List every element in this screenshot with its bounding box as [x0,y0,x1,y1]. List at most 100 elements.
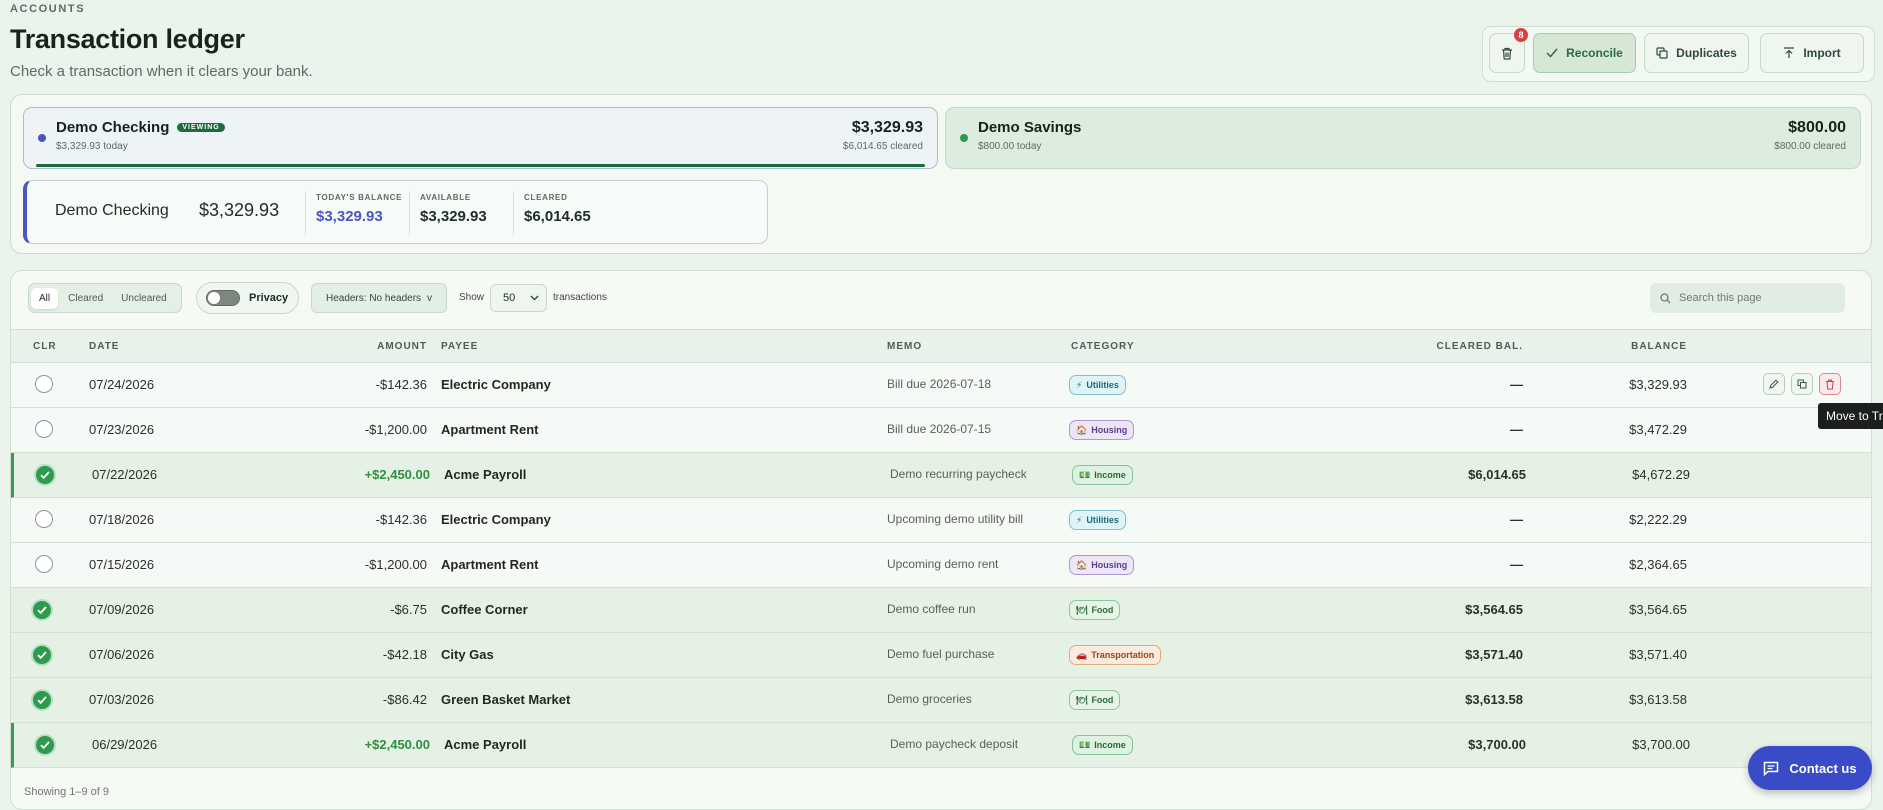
col-date[interactable]: DATE [89,341,119,352]
row-amount: -$6.75 [390,602,427,617]
table-row[interactable]: 07/18/2026 -$142.36 Electric Company Upcomi… [11,498,1871,543]
row-amount: -$1,200.00 [364,557,427,572]
row-actions [1763,373,1841,395]
account-color-dot [38,134,46,142]
table-row[interactable]: 07/15/2026 -$1,200.00 Apartment Rent Upcomi… [11,543,1871,588]
row-amount: -$1,200.00 [364,422,427,437]
table-row[interactable]: 06/29/2026 +$2,450.00 Acme Payroll Demo pay… [11,723,1871,768]
trash-icon [1826,379,1834,389]
col-amount[interactable]: AMOUNT [297,341,427,352]
row-payee: Electric Company [441,512,551,527]
cleared-checkbox[interactable] [31,644,53,666]
available-balance: AVAILABLE $3,329.93 [409,191,487,235]
category-badge[interactable]: 🚗 Transportation [1069,645,1162,665]
row-payee: Apartment Rent [441,422,539,437]
category-icon: 🚗 [1076,649,1088,660]
cleared-checkbox[interactable] [35,420,53,438]
category-badge[interactable]: 🏠 Housing [1069,420,1135,440]
table-row[interactable]: 07/09/2026 -$6.75 Coffee Corner Demo coffee… [11,588,1871,633]
category-badge[interactable]: ⚡ Utilities [1069,510,1126,530]
category-icon: 💵 [1079,469,1091,480]
category-badge[interactable]: 🍽 Food [1069,600,1121,620]
duplicate-row-button[interactable] [1791,373,1813,395]
cleared-checkbox[interactable] [35,510,53,528]
cleared-checkbox[interactable] [35,375,53,393]
table-row[interactable]: 07/22/2026 +$2,450.00 Acme Payroll Demo rec… [11,453,1871,498]
category-badge[interactable]: 💵 Income [1072,735,1133,755]
row-date: 07/23/2026 [89,422,155,437]
account-today: $800.00 today [978,141,1042,152]
page-subtitle: Check a transaction when it clears your … [10,63,313,80]
check-icon [37,696,47,705]
filter-cleared[interactable]: Cleared [60,288,111,309]
category-icon: ⚡ [1076,379,1083,390]
col-category[interactable]: CATEGORY [1071,341,1135,352]
account-card-demo-checking[interactable]: Demo Checking VIEWING $3,329.93 today $3,… [23,107,938,169]
search-input[interactable]: Search this page [1650,283,1845,313]
table-row[interactable]: 07/24/2026 -$142.36 Electric Company Bill d… [11,363,1871,408]
row-date: 07/03/2026 [89,692,155,707]
account-amount: $800.00 [1788,119,1846,136]
cleared-checkbox[interactable] [34,734,56,756]
row-payee: Acme Payroll [444,467,527,482]
cleared-checkbox[interactable] [31,599,53,621]
headers-dropdown[interactable]: Headers: No headers v [311,283,447,313]
row-memo: Demo recurring paycheck [890,467,1027,481]
col-payee[interactable]: PAYEE [441,341,478,352]
table-row[interactable]: 07/03/2026 -$86.42 Green Basket Market Demo… [11,678,1871,723]
cleared-checkbox[interactable] [34,464,56,486]
table-row[interactable]: 07/23/2026 -$1,200.00 Apartment Rent Bill d… [11,408,1871,453]
col-memo[interactable]: MEMO [887,341,922,352]
category-icon: 🏠 [1076,559,1088,570]
privacy-switch[interactable] [206,290,240,306]
category-badge[interactable]: 🏠 Housing [1069,555,1135,575]
cleared-label: CLEARED [524,193,568,202]
row-memo: Bill due 2026-07-15 [887,422,992,436]
privacy-toggle[interactable]: Privacy [196,282,299,314]
edit-button[interactable] [1763,373,1785,395]
row-memo: Demo paycheck deposit [890,737,1019,751]
category-badge[interactable]: ⚡ Utilities [1069,375,1126,395]
row-balance: $2,222.29 [1629,512,1687,527]
category-icon: ⚡ [1076,514,1083,525]
trash-button[interactable]: 8 [1489,28,1528,73]
account-cleared: $800.00 cleared [1774,141,1846,152]
transactions-label: transactions [553,292,607,303]
row-cleared-balance: — [1510,512,1523,527]
col-clr[interactable]: CLR [33,341,57,352]
check-icon [40,471,50,480]
account-color-dot [960,134,968,142]
page-size-select[interactable]: 50 [490,284,547,312]
action-bar: 8 Reconcile Duplicates Import [1482,26,1875,82]
col-balance[interactable]: BALANCE [1547,341,1687,352]
category-badge[interactable]: 💵 Income [1072,465,1133,485]
filter-uncleared[interactable]: Uncleared [113,288,175,309]
trash-icon [1502,47,1512,60]
import-button[interactable]: Import [1760,33,1864,73]
chat-icon [1764,761,1779,776]
search-placeholder: Search this page [1679,292,1762,304]
row-date: 07/09/2026 [89,602,155,617]
table-header: CLR DATE AMOUNT PAYEE MEMO CATEGORY CLEA… [11,329,1871,363]
duplicates-button[interactable]: Duplicates [1644,33,1749,73]
contact-us-button[interactable]: Contact us [1748,746,1872,790]
filter-all[interactable]: All [31,287,59,309]
table-row[interactable]: 07/06/2026 -$42.18 City Gas Demo fuel purch… [11,633,1871,678]
cleared-checkbox[interactable] [35,555,53,573]
row-payee: Green Basket Market [441,692,571,707]
cleared-checkbox[interactable] [31,689,53,711]
account-card-demo-savings[interactable]: Demo Savings $800.00 today $800.00 $800.… [945,107,1861,169]
filter-segmented-control: All Cleared Uncleared [28,283,182,313]
col-cleared-balance[interactable]: CLEARED BAL. [1343,341,1523,352]
category-label: Utilities [1086,380,1119,390]
eyebrow: ACCOUNTS [10,3,86,15]
reconcile-button[interactable]: Reconcile [1533,33,1636,73]
row-balance: $3,472.29 [1629,422,1687,437]
category-label: Housing [1091,560,1128,570]
category-badge[interactable]: 🍽 Food [1069,690,1121,710]
delete-row-button[interactable] [1819,373,1841,395]
upload-icon [1784,47,1795,58]
row-amount: +$2,450.00 [364,737,430,752]
row-payee: Electric Company [441,377,551,392]
show-label: Show [459,292,485,303]
